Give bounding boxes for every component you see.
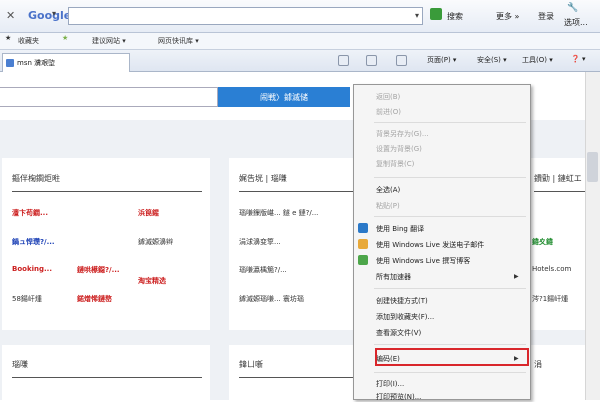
menu-item-save-background[interactable]: 背景另存为(G)... bbox=[376, 129, 429, 139]
video-card: 瑙嗛 bbox=[2, 345, 210, 400]
list-item[interactable]: 鍩熷悕鏈嶅 bbox=[77, 294, 112, 304]
menu-item-all-accelerators[interactable]: 所有加速器 bbox=[376, 272, 411, 282]
google-toolbar: ✕ Google ▾ ▾ 搜索 更多 » 登录 🔧 选项... bbox=[0, 0, 600, 33]
list-item[interactable]: 涔?1鍚屽煄 bbox=[532, 294, 568, 304]
feeds-icon[interactable] bbox=[366, 55, 377, 66]
list-item[interactable]: 淘宝精选 bbox=[138, 276, 166, 286]
page-search-input[interactable] bbox=[0, 87, 218, 107]
scrollbar-thumb[interactable] bbox=[587, 152, 598, 182]
encoding-highlight-box bbox=[375, 348, 529, 366]
bing-translate-icon bbox=[358, 223, 368, 233]
list-item[interactable]: 浜笢鍟 bbox=[138, 208, 159, 218]
menu-item-back[interactable]: 返回(B) bbox=[376, 92, 400, 102]
card-title: 鏂伴椈鐧炬暀 bbox=[12, 174, 60, 183]
travel-card: 鐨勯 | 鏈虹エ 鍏夊鍏 Hotels.com 涔?1鍚屽煄 bbox=[530, 158, 585, 330]
menu-separator bbox=[374, 344, 526, 345]
menu-item-add-favorites[interactable]: 添加到收藏夹(F)... bbox=[376, 312, 434, 322]
shopping-card: 鍏ㄩ噺 bbox=[229, 345, 353, 400]
page-menu[interactable]: 页面(P) ▾ bbox=[427, 55, 456, 65]
list-item[interactable]: 鎼滅嫄濞辫 bbox=[138, 237, 173, 247]
card-divider bbox=[239, 191, 353, 192]
live-email-icon bbox=[358, 239, 368, 249]
menu-item-forward[interactable]: 前进(O) bbox=[376, 107, 401, 117]
list-item[interactable]: 鍋ュ悍瓒?/... bbox=[12, 237, 55, 247]
card-title: 鐨勯 | 鏈虹エ bbox=[534, 174, 582, 183]
card-title: 涓 bbox=[534, 360, 542, 369]
close-toolbar-icon[interactable]: ✕ bbox=[6, 9, 15, 22]
google-menu-chevron-icon[interactable]: ▾ bbox=[52, 9, 56, 18]
menu-item-select-all[interactable]: 全选(A) bbox=[376, 185, 400, 195]
list-item[interactable]: 鎼滅嫄瑙嗛... 寰坊瑙 bbox=[239, 294, 304, 304]
menu-separator bbox=[374, 177, 526, 178]
options-button[interactable]: 选项... bbox=[560, 14, 592, 31]
wrench-icon[interactable]: 🔧 bbox=[567, 3, 578, 13]
menu-item-print-preview[interactable]: 打印预览(N)... bbox=[376, 392, 421, 402]
live-blog-icon bbox=[358, 255, 368, 265]
card-divider bbox=[239, 377, 353, 378]
menu-item-create-shortcut[interactable]: 创建快捷方式(T) bbox=[376, 296, 428, 306]
list-item[interactable]: 鍏夊鍏 bbox=[532, 237, 553, 247]
menu-item-set-background[interactable]: 设置为背景(G) bbox=[376, 144, 422, 154]
menu-item-bing-translate[interactable]: 使用 Bing 翻译 bbox=[376, 224, 424, 234]
submenu-arrow-icon: ▶ bbox=[514, 273, 519, 280]
news-card: 鏂伴椈鐧炬暀 澶卞苟鐗... 鍋ュ悍瓒?/... Booking... 58鍚屽… bbox=[2, 158, 210, 330]
page-scrollbar[interactable] bbox=[585, 72, 600, 400]
list-item[interactable]: 涓浗濞变箰... bbox=[239, 237, 281, 247]
msn-favicon-icon bbox=[6, 59, 14, 67]
suggested-sites-link[interactable]: 建议网站 ▾ bbox=[92, 36, 126, 46]
menu-separator bbox=[374, 216, 526, 217]
card-title: 娓告垙 | 瑙嗛 bbox=[239, 174, 287, 183]
menu-separator bbox=[374, 122, 526, 123]
google-logo: Google bbox=[28, 9, 72, 22]
menu-item-print[interactable]: 打印(I)... bbox=[376, 379, 404, 389]
google-search-icon[interactable] bbox=[430, 8, 442, 20]
google-search-input[interactable]: ▾ bbox=[68, 7, 423, 25]
web-slices-link[interactable]: 网页快讯库 ▾ bbox=[158, 36, 199, 46]
login-button[interactable]: 登录 bbox=[534, 8, 558, 25]
games-video-card: 娓告垙 | 瑙嗛 瑙嗛鏁版嵁... 鐩 e 鏈?/... 涓浗濞变箰... 瑙嗛… bbox=[229, 158, 353, 330]
add-favorite-icon[interactable]: ★ bbox=[62, 34, 68, 42]
card-title: 鍏ㄩ噺 bbox=[239, 360, 263, 369]
list-item[interactable]: 58鍚屽煄 bbox=[12, 294, 42, 304]
tab-command-bar: msn 瀵艰埅 bbox=[0, 50, 600, 72]
tools-menu[interactable]: 工具(O) ▾ bbox=[522, 55, 553, 65]
tab-label: msn 瀵艰埅 bbox=[17, 59, 56, 67]
list-item[interactable]: 瑙嗛瀛楀箷?/... bbox=[239, 265, 287, 275]
card-divider bbox=[12, 377, 202, 378]
tab-msn[interactable]: msn 瀵艰埅 bbox=[2, 53, 130, 72]
help-menu[interactable]: ❓ ▾ bbox=[571, 55, 585, 63]
menu-item-paste[interactable]: 粘贴(P) bbox=[376, 201, 400, 211]
list-item[interactable]: 澶卞苟鐗... bbox=[12, 208, 48, 218]
print-icon[interactable] bbox=[396, 55, 407, 66]
safety-menu[interactable]: 安全(S) ▾ bbox=[477, 55, 507, 65]
menu-separator bbox=[374, 288, 526, 289]
page-search-button[interactable]: 闹戦〉鎼滅储 bbox=[218, 87, 350, 107]
card-divider bbox=[534, 191, 585, 192]
menu-item-live-email[interactable]: 使用 Windows Live 发送电子邮件 bbox=[376, 240, 484, 250]
more-button[interactable]: 更多 » bbox=[492, 8, 523, 25]
home-icon[interactable] bbox=[338, 55, 349, 66]
favorites-bar: ★ 收藏夹 ★ 建议网站 ▾ 网页快讯库 ▾ bbox=[0, 33, 600, 50]
menu-item-copy-background[interactable]: 复制背景(C) bbox=[376, 159, 414, 169]
menu-item-live-blog[interactable]: 使用 Windows Live 撰写博客 bbox=[376, 256, 470, 266]
card-title: 瑙嗛 bbox=[12, 360, 28, 369]
misc-card: 涓 bbox=[530, 345, 585, 400]
menu-separator bbox=[374, 372, 526, 373]
google-search-button[interactable]: 搜索 bbox=[443, 8, 467, 25]
card-divider bbox=[12, 191, 202, 192]
list-item[interactable]: Hotels.com bbox=[532, 265, 571, 273]
search-history-chevron-icon[interactable]: ▾ bbox=[415, 11, 419, 20]
list-item[interactable]: 瑙嗛鏁版嵁... 鐩 e 鏈?/... bbox=[239, 208, 318, 218]
list-item[interactable]: 鏈哄櫒鐚?/... bbox=[77, 265, 120, 275]
favorites-button[interactable]: 收藏夹 bbox=[18, 36, 39, 46]
menu-item-view-source[interactable]: 查看源文件(V) bbox=[376, 328, 421, 338]
favorites-star-icon[interactable]: ★ bbox=[5, 34, 11, 42]
list-item[interactable]: Booking... bbox=[12, 265, 52, 273]
